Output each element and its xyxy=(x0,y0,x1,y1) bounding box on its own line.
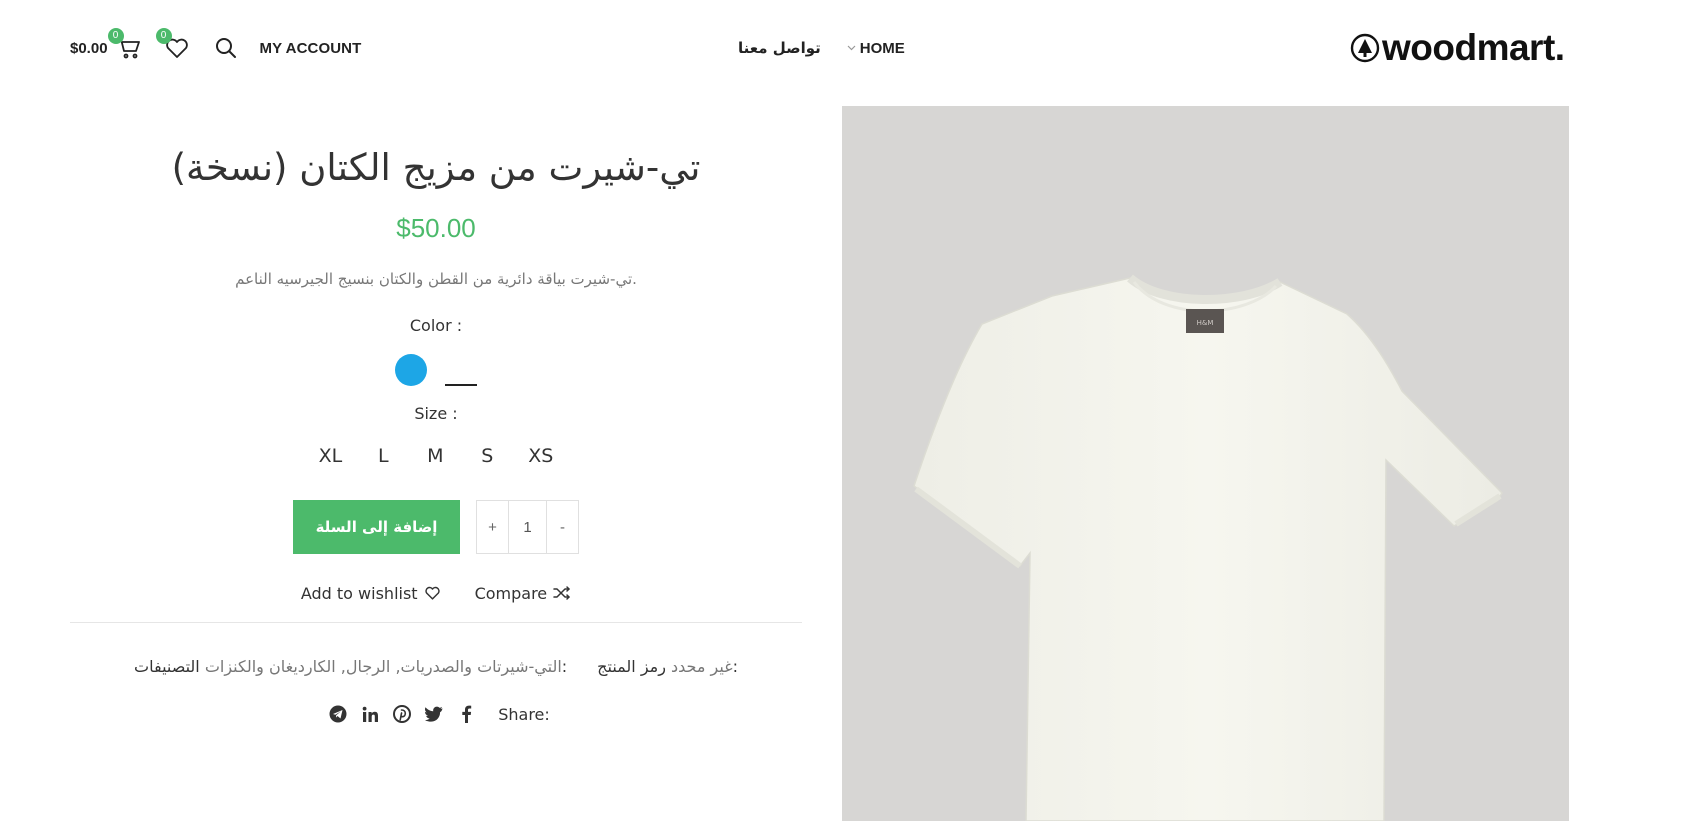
color-swatch-blue[interactable] xyxy=(395,354,427,386)
pinterest-icon[interactable] xyxy=(393,705,412,723)
my-account-link[interactable]: MY ACCOUNT xyxy=(260,40,362,57)
wishlist-count-badge: 0 xyxy=(155,28,172,44)
share-label: Share: xyxy=(498,704,550,724)
compare-link[interactable]: Compare xyxy=(475,584,572,603)
add-to-wishlist-label: Add to wishlist xyxy=(300,583,418,603)
facebook-icon[interactable] xyxy=(457,705,475,723)
chevron-down-icon xyxy=(847,45,856,51)
cart-count-badge: 0 xyxy=(107,28,124,44)
svg-text:H&M: H&M xyxy=(1197,319,1214,327)
site-logo[interactable]: woodmart. xyxy=(1350,24,1565,72)
color-swatches xyxy=(70,350,802,390)
summary-divider xyxy=(70,622,802,623)
quantity-plus-button[interactable]: + xyxy=(477,501,508,553)
twitter-icon[interactable] xyxy=(425,705,443,723)
product-short-description: تي-شيرت بياقة دائرية من القطن والكتان بن… xyxy=(235,270,637,288)
add-to-cart-button[interactable]: إضافة إلى السلة xyxy=(293,500,460,554)
quantity-stepper: + 1 - xyxy=(476,500,579,554)
categories-value[interactable]: التي-شيرتات والصدريات, الرجال, الكارديغا… xyxy=(205,657,562,676)
product-image[interactable]: H&M xyxy=(842,106,1569,821)
color-label: Color : xyxy=(409,316,463,335)
size-option-l[interactable]: L xyxy=(372,445,394,467)
shuffle-icon xyxy=(553,586,570,600)
product-meta: التي-شيرتات والصدريات, الرجال, الكارديغا… xyxy=(70,653,802,679)
logo-text: woodmart. xyxy=(1382,27,1565,68)
tshirt-image: H&M xyxy=(913,274,1503,821)
size-option-m[interactable]: M xyxy=(424,445,446,467)
product-title: تي-شيرت من مزيج الكتان (نسخة) xyxy=(171,146,701,189)
product-summary: تي-شيرت من مزيج الكتان (نسخة) $50.00 تي-… xyxy=(70,130,802,727)
product-price: $50.00 xyxy=(396,213,476,243)
size-option-xs[interactable]: XS xyxy=(528,445,553,467)
search-icon[interactable] xyxy=(214,36,238,60)
wishlist-button[interactable]: 0 xyxy=(155,28,190,60)
size-option-s[interactable]: S xyxy=(476,445,498,467)
cart-icon: 0 xyxy=(107,28,142,60)
size-option-xl[interactable]: XL xyxy=(319,445,343,467)
header-tools: $0.00 0 0 MY ACCOUNT xyxy=(70,28,362,64)
heart-icon xyxy=(424,586,440,600)
color-swatch-selected[interactable] xyxy=(445,354,477,386)
nav-home[interactable]: HOME xyxy=(847,40,905,57)
main-nav: تواصل معنا HOME xyxy=(738,32,905,64)
cart-button[interactable]: $0.00 0 xyxy=(70,28,142,60)
size-options: XL L M S XS xyxy=(70,438,802,474)
compare-label: Compare xyxy=(474,583,548,603)
add-to-wishlist-link[interactable]: Add to wishlist xyxy=(301,584,441,603)
tree-icon xyxy=(1350,33,1380,63)
product-categories: التي-شيرتات والصدريات, الرجال, الكارديغا… xyxy=(134,657,567,676)
nav-home-label: HOME xyxy=(859,39,905,57)
product-actions: Add to wishlist Compare xyxy=(70,580,802,606)
sku-value: غير محدد xyxy=(671,656,733,676)
share-row: Share: xyxy=(70,701,802,727)
cart-total: $0.00 xyxy=(70,39,108,57)
add-to-cart-row: إضافة إلى السلة + 1 - xyxy=(70,500,802,554)
quantity-input[interactable]: 1 xyxy=(508,501,547,553)
site-header: $0.00 0 0 MY ACCOUNT تواصل معنا HOME woo… xyxy=(0,0,1701,96)
nav-contact[interactable]: تواصل معنا xyxy=(738,39,821,57)
size-label: Size : xyxy=(414,404,458,423)
quantity-minus-button[interactable]: - xyxy=(547,501,578,553)
linkedin-icon[interactable] xyxy=(361,705,379,723)
product-sku: غير محدد رمز المنتج: xyxy=(597,657,738,676)
telegram-icon[interactable] xyxy=(329,705,347,723)
